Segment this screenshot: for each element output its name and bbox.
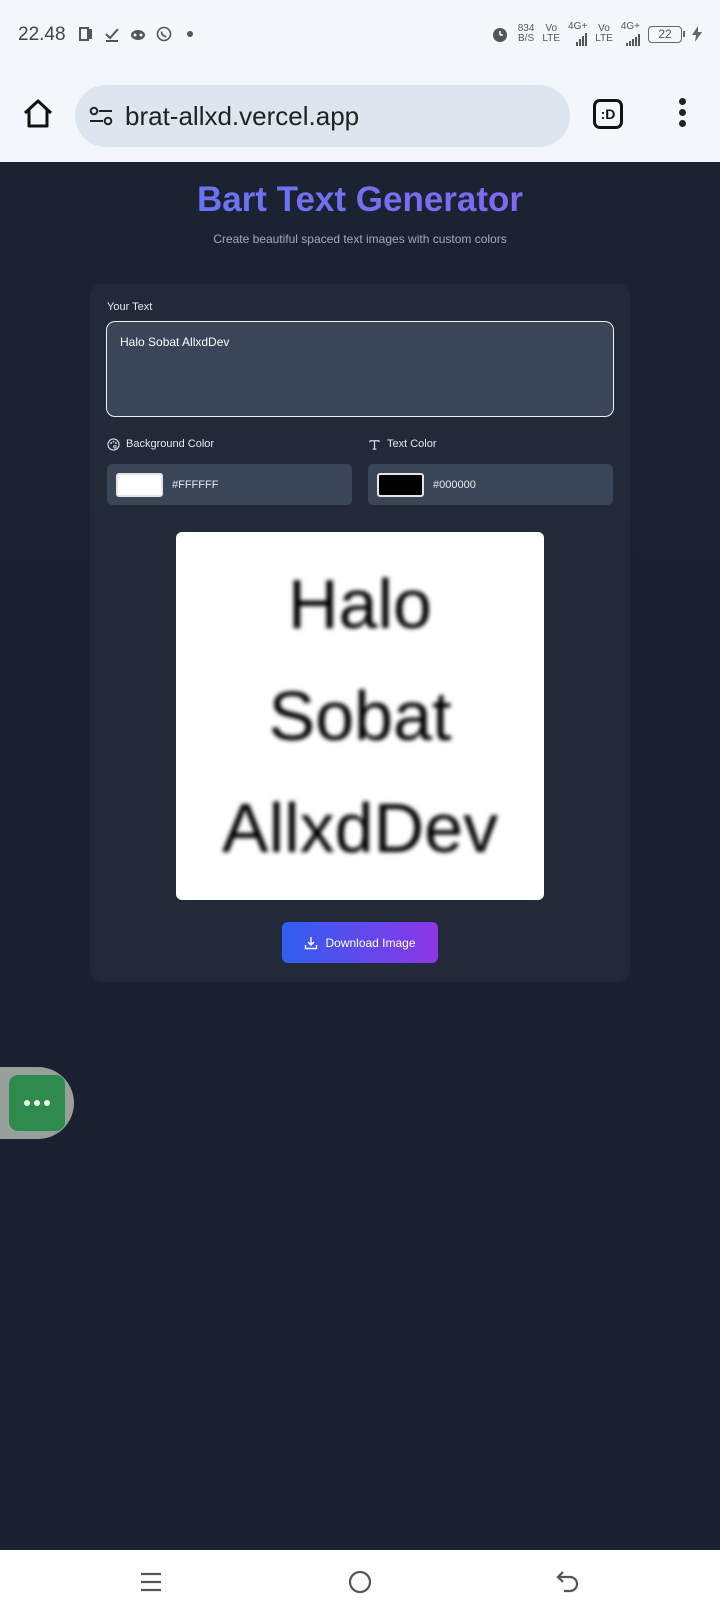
background-color-value[interactable]: #FFFFFF [172,479,218,491]
volte-indicator-1: Vo LTE [542,24,560,44]
status-right-group: 834 B/S Vo LTE 4G+ Vo LTE 4G+ 22 [490,22,704,46]
checkmark-icon [105,28,119,42]
recent-apps-icon[interactable] [138,1569,164,1595]
news-icon [79,27,92,41]
browser-toolbar: brat-allxd.vercel.app :D [0,70,720,162]
text-color-label-row: Text Color [368,436,613,452]
tab-switcher-button[interactable]: :D [593,99,623,129]
generator-card: Your Text Halo Sobat AllxdDev Background… [90,284,630,982]
volte-indicator-2: Vo LTE [595,24,613,44]
net-type-2: 4G+ [620,21,640,32]
signal-bars-1-icon [576,32,588,46]
signal-group-2: 4G+ [621,22,640,46]
type-icon [369,439,380,450]
download-image-button[interactable]: Download Image [282,922,438,963]
floating-bubble[interactable] [0,1067,74,1139]
page-content: Bart Text Generator Create beautiful spa… [0,162,720,1550]
download-icon [305,936,318,949]
floating-chat-button[interactable] [9,1075,65,1131]
net-type-1: 4G+ [568,21,588,32]
battery-indicator: 22 [648,25,685,43]
preview-word: Sobat [268,677,452,755]
volte2-bottom: LTE [595,33,613,44]
dot-icon [34,1100,40,1106]
home-icon[interactable] [22,98,54,130]
site-settings-icon[interactable] [89,106,113,126]
system-navigation-bar [0,1550,720,1612]
page-subtitle: Create beautiful spaced text images with… [213,232,507,246]
browser-menu-icon[interactable] [672,98,692,130]
volte1-bottom: LTE [542,33,561,44]
address-bar[interactable]: brat-allxd.vercel.app [75,85,570,147]
dot-icon [44,1100,50,1106]
dot-icon [24,1100,30,1106]
alarm-icon [492,28,507,42]
background-color-input[interactable]: #FFFFFF [107,464,352,505]
whatsapp-icon [156,26,172,42]
preview-word: AllxdDev [221,789,499,867]
download-label: Download Image [325,935,416,950]
preview-word: Halo [288,565,432,643]
battery-level: 22 [658,27,672,41]
url-text: brat-allxd.vercel.app [125,101,360,131]
text-color-value[interactable]: #000000 [433,479,476,491]
status-time: 22.48 [18,24,66,45]
charging-bolt-icon [692,26,702,42]
background-color-swatch[interactable] [116,472,163,497]
signal-group-1: 4G+ [568,21,588,46]
page-title: Bart Text Generator [0,180,720,220]
game-icon [131,30,145,40]
network-speed: 834 B/S [518,24,535,44]
text-color-label: Text Color [387,438,437,450]
palette-icon [107,437,120,451]
more-notifications-dot-icon [187,31,193,37]
background-color-label: Background Color [126,438,215,450]
text-color-input[interactable]: #000000 [368,464,613,505]
background-color-group: Background Color #FFFFFF [107,436,352,505]
text-input-label: Your Text [107,301,153,313]
net-speed-unit: B/S [518,33,535,44]
text-color-swatch[interactable] [377,472,424,497]
signal-bars-2-icon [626,32,640,46]
text-input[interactable]: Halo Sobat AllxdDev [106,321,614,417]
text-color-group: Text Color #000000 [368,436,613,505]
notification-icons [78,26,198,42]
background-color-label-row: Background Color [107,436,352,452]
back-icon[interactable] [555,1569,581,1595]
image-preview: Halo Sobat AllxdDev [176,532,544,900]
home-circle-icon[interactable] [347,1569,373,1595]
status-bar: 22.48 834 B/S Vo LTE 4G+ Vo LTE 4G+ 22 [0,0,720,70]
